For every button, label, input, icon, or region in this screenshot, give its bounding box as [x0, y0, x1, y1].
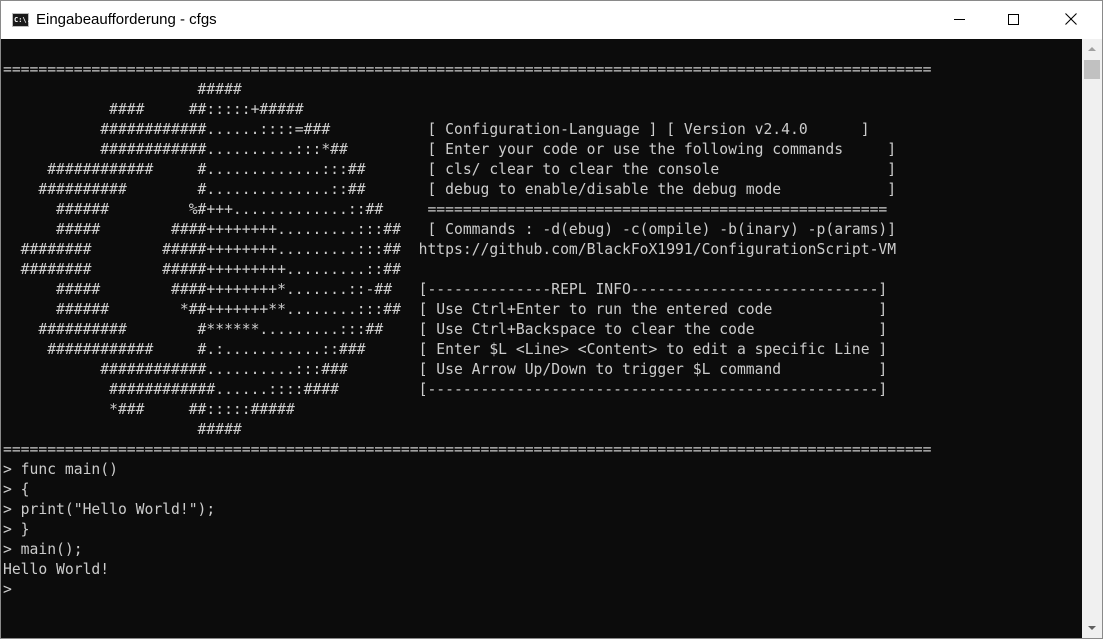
console-line: ############......::::=### [ Configurati…: [3, 121, 870, 138]
console-window: C:\. Eingabeaufforderung - cfgs ========…: [0, 0, 1103, 639]
console-line: ############..........:::*## [ Enter you…: [3, 141, 897, 158]
console-line: ========================================…: [3, 441, 932, 458]
console-line: #### ##:::::+#####: [3, 101, 304, 118]
vertical-scrollbar[interactable]: [1082, 39, 1102, 638]
console-line: ########## #******.........:::## [ Use C…: [3, 321, 888, 338]
minimize-icon: [954, 19, 965, 20]
console-line: ############......::::#### [------------…: [3, 381, 888, 398]
chevron-down-icon: [1088, 626, 1096, 630]
console-line: ######## #####++++++++.........:::## htt…: [3, 241, 897, 258]
console-line: ##### ####++++++++.........:::## [ Comma…: [3, 221, 897, 238]
console-line: > main();: [3, 541, 83, 558]
maximize-button[interactable]: [984, 1, 1030, 39]
console-output[interactable]: ========================================…: [1, 39, 1082, 638]
close-icon: [1065, 13, 1077, 25]
console-line: ========================================…: [3, 61, 932, 78]
console-line: > print("Hello World!");: [3, 501, 216, 518]
console-line: Hello World!: [3, 561, 110, 578]
cmd-icon[interactable]: C:\.: [12, 13, 31, 27]
console-line: *### ##:::::#####: [3, 401, 295, 418]
console-line: ##### ####++++++++*.......::-## [-------…: [3, 281, 888, 298]
console-line: > func main(): [3, 461, 118, 478]
console-line: ############..........:::### [ Use Arrow…: [3, 361, 888, 378]
console-line: > {: [3, 481, 30, 498]
chevron-up-icon: [1088, 47, 1096, 51]
close-button[interactable]: [1048, 1, 1094, 39]
maximize-icon: [1008, 14, 1019, 25]
console-line: > }: [3, 521, 30, 538]
cmd-icon-glyph: C:\.: [14, 16, 31, 24]
console-line: ###### *##+++++++**........:::## [ Use C…: [3, 301, 888, 318]
console-line: ######## #####+++++++++.........::##: [3, 261, 401, 278]
window-title: Eingabeaufforderung - cfgs: [36, 11, 217, 28]
console-line: ############ #.............:::## [ cls/ …: [3, 161, 897, 178]
console-line: #####: [3, 421, 242, 438]
scrollbar-thumb[interactable]: [1084, 60, 1100, 79]
title-bar[interactable]: C:\. Eingabeaufforderung - cfgs: [1, 1, 1102, 39]
console-line: #####: [3, 81, 242, 98]
console-line: ###### %#+++.............::## ==========…: [3, 201, 888, 218]
minimize-button[interactable]: [938, 1, 984, 39]
console-line: ########## #..............::## [ debug t…: [3, 181, 897, 198]
scroll-down-button[interactable]: [1082, 618, 1102, 638]
console-line: >: [3, 581, 12, 598]
console-text: ========================================…: [3, 60, 931, 600]
console-line: ############ #.:...........::### [ Enter…: [3, 341, 888, 358]
scroll-up-button[interactable]: [1082, 39, 1102, 59]
